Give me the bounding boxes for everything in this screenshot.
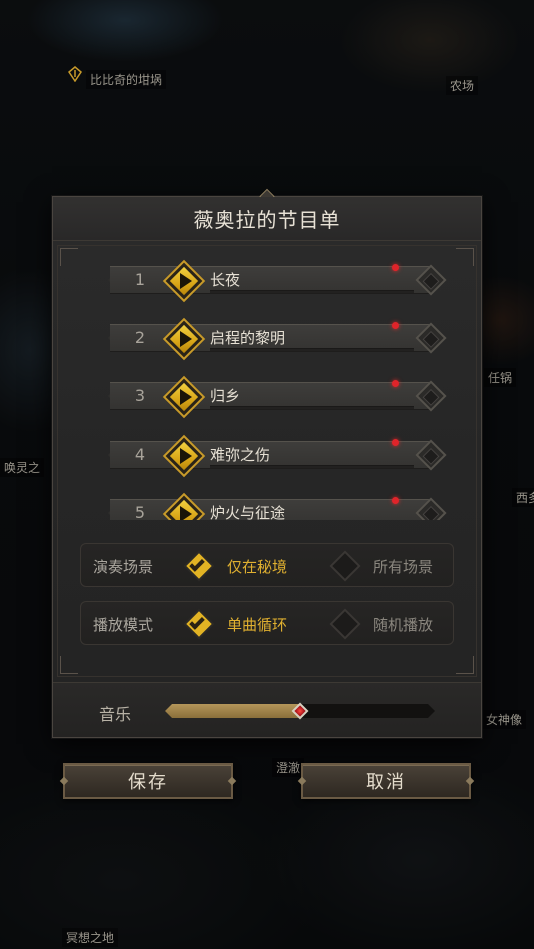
song-name: 炉火与征途 [210,504,286,520]
music-row: 音乐 [53,682,481,737]
new-indicator-dot [392,322,399,329]
corner-ornament [456,656,474,674]
play-button[interactable] [162,434,206,478]
mode-choice-b[interactable]: 随机播放 [373,614,433,635]
play-button[interactable] [162,492,206,520]
map-marker-icon [68,66,82,82]
save-button[interactable]: 保存 [63,763,233,799]
mode-option-label: 播放模式 [93,616,154,634]
corner-ornament [60,656,78,674]
song-row[interactable]: 1 长夜 [52,258,452,303]
song-name: 归乡 [210,387,241,405]
map-label[interactable]: 西多 [512,488,534,507]
song-number: 1 [134,270,146,289]
scene-option-row: 演奏场景 仅在秘境 所有场景 [80,543,454,587]
checkbox-frame [329,608,361,640]
mode-choice-a[interactable]: 单曲循环 [227,614,287,635]
corner-ornament [456,248,474,266]
slider-handle-gem [291,702,309,720]
music-volume-handle[interactable] [291,702,309,720]
scene-option-label: 演奏场景 [93,558,154,576]
play-button[interactable] [162,375,206,419]
checkbox-frame [329,550,361,582]
song-progress [210,348,414,351]
dialog-title-bar: 薇奥拉的节目单 [53,197,481,241]
song-name: 长夜 [210,271,241,289]
play-button[interactable] [162,317,206,361]
play-icon [180,331,192,347]
map-label[interactable]: 任锅 [484,368,517,387]
new-indicator-dot [392,264,399,271]
map-label[interactable]: 比比奇的坩埚 [86,70,167,89]
song-row[interactable]: 3 归乡 [52,374,452,419]
dialog-title: 薇奥拉的节目单 [193,208,341,232]
song-row[interactable]: 2 启程的黎明 [52,316,452,361]
map-label[interactable]: 澄澈 [272,758,305,777]
mode-option-row: 播放模式 单曲循环 随机播放 [80,601,454,645]
map-label[interactable]: 女神像 [482,710,527,729]
map-label[interactable]: 冥想之地 [62,928,119,947]
scene-choice-b[interactable]: 所有场景 [373,556,433,577]
play-button[interactable] [162,259,206,303]
mode-choice-b-checkbox[interactable] [329,608,361,640]
new-indicator-dot [392,439,399,446]
song-progress [210,290,414,293]
map-label[interactable]: 农场 [446,76,479,95]
new-indicator-dot [392,497,399,504]
song-number: 3 [134,386,146,405]
song-number: 5 [134,503,146,520]
song-number: 4 [134,445,146,464]
scene-choice-a[interactable]: 仅在秘境 [227,556,287,577]
mode-choice-a-checkbox[interactable] [183,608,215,640]
scene-choice-a-checkbox[interactable] [183,550,215,582]
music-volume-fill [165,704,300,718]
song-number: 2 [134,328,146,347]
music-label: 音乐 [99,705,132,724]
song-row[interactable]: 4 难弥之伤 [52,433,452,478]
play-icon [180,448,192,464]
song-name: 难弥之伤 [210,446,271,464]
map-label[interactable]: 唤灵之 [0,458,45,477]
new-indicator-dot [392,380,399,387]
song-list[interactable]: 1 长夜 2 启程的黎明 3 归乡 4 难弥之伤 5 炉火与征途 [52,258,452,520]
play-icon [180,273,192,289]
song-progress [210,465,414,468]
play-icon [180,389,192,405]
song-row[interactable]: 5 炉火与征途 [52,491,452,520]
song-name: 启程的黎明 [210,329,286,347]
cancel-button[interactable]: 取消 [301,763,471,799]
song-progress [210,406,414,409]
play-icon [180,506,192,520]
scene-choice-b-checkbox[interactable] [329,550,361,582]
